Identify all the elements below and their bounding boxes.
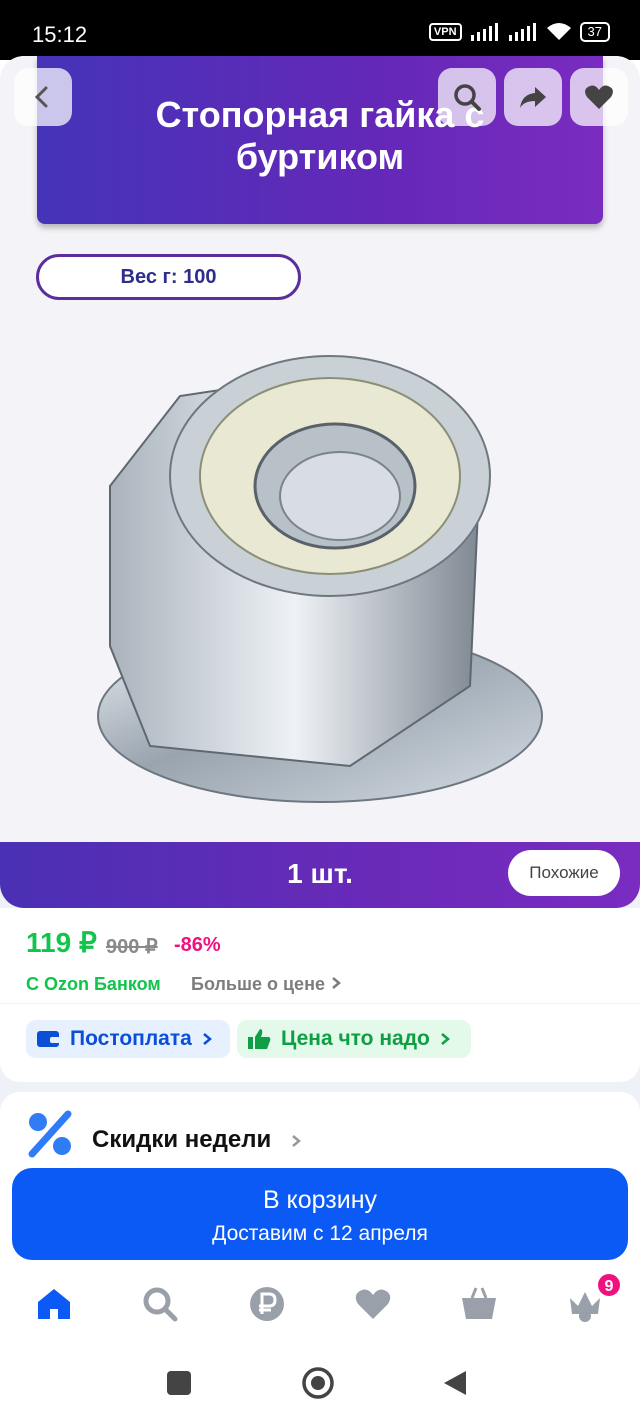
ozon-bank-label: С Ozon Банком: [26, 974, 161, 994]
product-image: [50, 326, 590, 826]
postpay-label: Постоплата: [70, 1027, 192, 1050]
signal-icon-2: [508, 23, 536, 41]
wallet-icon: [37, 1031, 60, 1047]
more-about-price-text: Больше о цене: [191, 974, 325, 994]
cart-icon: [462, 1287, 496, 1319]
current-price: 119 ₽: [26, 927, 97, 958]
ruble-icon: [250, 1287, 284, 1321]
tab-search[interactable]: [140, 1284, 180, 1324]
share-button[interactable]: [504, 68, 562, 126]
search-icon: [454, 84, 481, 111]
postpay-chip[interactable]: Постоплата: [26, 1020, 230, 1058]
heart-icon: [355, 1289, 391, 1319]
search-button[interactable]: [438, 68, 496, 126]
similar-button[interactable]: Похожие: [508, 850, 620, 896]
favorite-button[interactable]: [570, 68, 628, 126]
chevron-right-icon: [203, 1033, 212, 1045]
add-to-cart-label: В корзину: [262, 1186, 378, 1214]
thumbs-up-icon: [248, 1029, 271, 1049]
chevron-right-icon: [441, 1033, 450, 1045]
bottom-tab-bar: [0, 1272, 640, 1342]
chevron-right-icon: [332, 977, 341, 989]
chevron-right-icon: [292, 1135, 301, 1147]
recents-icon[interactable]: [166, 1370, 192, 1396]
old-price: 900 ₽: [106, 936, 158, 958]
delivery-date-label: Доставим с 12 апреля: [212, 1222, 428, 1245]
heart-icon: [585, 85, 613, 109]
search-icon: [143, 1287, 178, 1322]
good-price-label: Цена что надо: [281, 1027, 430, 1050]
weight-label: Вес г: 100: [36, 254, 301, 300]
tab-favorites[interactable]: [353, 1284, 393, 1324]
price-block: 119 ₽ 900 ₽ -86% С Ozon Банком Больше о …: [0, 908, 640, 1003]
discount-badge: -86%: [174, 934, 221, 956]
battery-icon: 37: [579, 22, 610, 42]
back-button[interactable]: [14, 68, 72, 126]
add-to-cart-button[interactable]: В корзину Доставим с 12 апреля: [12, 1168, 628, 1260]
tab-home[interactable]: [34, 1284, 74, 1324]
chips-block: Постоплата Цена что надо: [0, 1004, 640, 1082]
more-about-price-link[interactable]: Больше о цене: [191, 974, 342, 995]
product-title-line2: буртиком: [235, 136, 405, 177]
product-sheet: Стопорная гайка с буртиком Вес г: 100 1 …: [0, 56, 640, 1306]
weekly-deals-title: Скидки недели: [92, 1126, 272, 1153]
product-gallery[interactable]: Стопорная гайка с буртиком Вес г: 100 1 …: [0, 56, 640, 908]
good-price-chip[interactable]: Цена что надо: [237, 1020, 471, 1058]
vpn-icon: VPN: [428, 23, 462, 41]
percent-icon: [28, 1110, 72, 1158]
status-bar: 15:12 VPN 37: [0, 0, 640, 60]
back-icon: [34, 86, 48, 108]
share-icon: [520, 87, 546, 108]
wifi-icon: [546, 23, 571, 40]
status-icons: VPN 37: [428, 22, 610, 42]
back-nav-icon[interactable]: [442, 1369, 468, 1397]
system-nav-bar: [0, 1342, 640, 1423]
tab-finance[interactable]: [247, 1284, 287, 1324]
signal-icon: [470, 23, 498, 41]
status-time: 15:12: [32, 22, 88, 47]
home-nav-icon[interactable]: [301, 1366, 335, 1400]
cart-count-badge: 9: [596, 1272, 622, 1298]
tab-cart[interactable]: [459, 1284, 499, 1324]
home-icon: [38, 1289, 70, 1319]
quantity-bar: 1 шт. Похожие: [0, 842, 640, 908]
